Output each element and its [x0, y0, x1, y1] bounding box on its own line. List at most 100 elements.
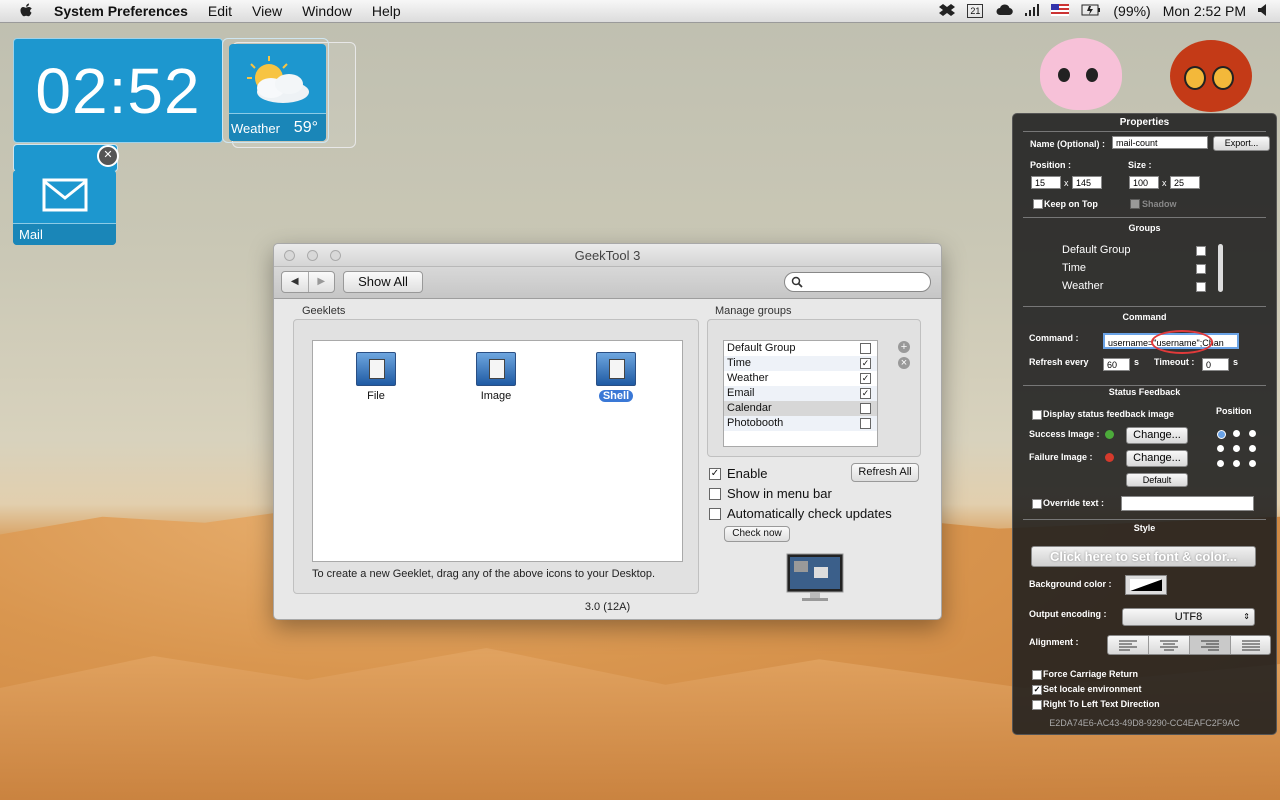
rtl-checkbox[interactable] — [1032, 700, 1042, 710]
props-group-checkbox[interactable] — [1196, 282, 1206, 292]
geeklet-file[interactable]: File — [341, 352, 411, 402]
timeout-input[interactable]: 0 — [1202, 358, 1229, 371]
position-radio[interactable] — [1217, 445, 1224, 452]
keep-top-checkbox[interactable] — [1033, 199, 1043, 209]
shadow-checkbox[interactable] — [1130, 199, 1140, 209]
default-button[interactable]: Default — [1126, 473, 1188, 487]
clock-geeklet[interactable]: 02:52 — [13, 38, 223, 143]
back-arrow-icon[interactable]: ◀ — [282, 272, 308, 292]
position-radio[interactable] — [1233, 445, 1240, 452]
success-change-button[interactable]: Change... — [1126, 427, 1188, 444]
menu-view[interactable]: View — [252, 3, 282, 19]
apple-menu-icon[interactable] — [18, 2, 36, 20]
align-right-icon[interactable] — [1190, 636, 1231, 654]
props-group-checkbox[interactable] — [1196, 264, 1206, 274]
cloud-icon[interactable] — [995, 3, 1014, 19]
menu-extras: 21 (99%) Mon 2:52 PM — [939, 0, 1280, 22]
shadow-label: Shadow — [1142, 199, 1177, 209]
geeklet-image[interactable]: Image — [461, 352, 531, 402]
group-checkbox[interactable]: ✓ — [860, 388, 871, 399]
group-row-weather[interactable]: Weather ✓ — [724, 371, 877, 386]
position-y-input[interactable]: 145 — [1072, 176, 1102, 189]
calendar-icon[interactable]: 21 — [967, 4, 984, 18]
close-icon[interactable]: ✕ — [97, 145, 119, 167]
weather-geeklet[interactable]: Weather 59° — [229, 44, 326, 141]
position-radio[interactable] — [1217, 460, 1224, 467]
enable-option[interactable]: ✓ Enable — [709, 466, 767, 481]
align-center-icon[interactable] — [1149, 636, 1190, 654]
align-left-icon[interactable] — [1108, 636, 1149, 654]
group-row-email[interactable]: Email ✓ — [724, 386, 877, 401]
command-heading: Command — [1122, 312, 1167, 322]
name-input[interactable]: mail-count — [1112, 136, 1208, 149]
menu-edit[interactable]: Edit — [208, 3, 232, 19]
position-radio[interactable] — [1233, 430, 1240, 437]
mail-geeklet[interactable]: Mail — [13, 170, 116, 245]
group-checkbox[interactable] — [860, 343, 871, 354]
dropbox-icon[interactable] — [939, 3, 956, 20]
position-radio[interactable] — [1249, 445, 1256, 452]
position-radio-selected[interactable] — [1217, 430, 1226, 439]
position-radio[interactable] — [1249, 460, 1256, 467]
add-group-icon[interactable]: + — [898, 341, 910, 353]
search-icon — [791, 276, 803, 288]
menu-help[interactable]: Help — [372, 3, 401, 19]
force-cr-label: Force Carriage Return — [1043, 669, 1139, 679]
group-row-photobooth[interactable]: Photobooth — [724, 416, 877, 431]
group-row-calendar[interactable]: Calendar — [724, 401, 877, 416]
override-checkbox[interactable] — [1032, 499, 1042, 509]
size-height-input[interactable]: 25 — [1170, 176, 1200, 189]
signal-bars-icon[interactable] — [1025, 3, 1040, 19]
position-radio[interactable] — [1233, 460, 1240, 467]
search-input[interactable] — [784, 272, 931, 292]
enable-checkbox[interactable]: ✓ — [709, 467, 721, 480]
auto-update-option[interactable]: Automatically check updates — [709, 506, 892, 521]
group-checkbox[interactable] — [860, 418, 871, 429]
refresh-seconds: s — [1134, 357, 1140, 367]
align-justify-icon[interactable] — [1231, 636, 1271, 654]
auto-update-checkbox[interactable] — [709, 507, 721, 520]
group-checkbox[interactable] — [860, 403, 871, 414]
us-flag-icon[interactable] — [1051, 3, 1070, 19]
menu-app-name[interactable]: System Preferences — [54, 3, 188, 19]
props-group-weather[interactable]: Weather — [1062, 280, 1103, 292]
menu-clock[interactable]: Mon 2:52 PM — [1163, 3, 1246, 19]
group-row-time[interactable]: Time ✓ — [724, 356, 877, 371]
font-color-button[interactable]: Click here to set font & color... — [1031, 546, 1256, 567]
red-devil-character — [1170, 40, 1252, 112]
failure-change-button[interactable]: Change... — [1126, 450, 1188, 467]
group-checkbox[interactable]: ✓ — [860, 358, 871, 369]
battery-charging-icon[interactable] — [1081, 3, 1101, 19]
position-heading: Position — [1216, 406, 1252, 416]
encoding-select[interactable]: UTF8 ⇕ — [1122, 608, 1255, 626]
props-group-checkbox[interactable] — [1196, 246, 1206, 256]
volume-icon[interactable] — [1258, 3, 1268, 19]
show-menu-checkbox[interactable] — [709, 487, 721, 500]
override-input[interactable] — [1121, 496, 1254, 511]
groups-scrollbar[interactable] — [1218, 244, 1223, 292]
failure-light-icon — [1105, 453, 1114, 462]
remove-group-icon[interactable]: × — [898, 357, 910, 369]
check-now-button[interactable]: Check now — [724, 526, 790, 542]
props-group-time[interactable]: Time — [1062, 262, 1086, 274]
group-checkbox[interactable]: ✓ — [860, 373, 871, 384]
show-all-button[interactable]: Show All — [343, 271, 423, 293]
display-status-checkbox[interactable] — [1032, 410, 1042, 420]
background-color-label: Background color : — [1029, 579, 1112, 589]
forward-arrow-icon[interactable]: ▶ — [307, 272, 335, 292]
group-row-default[interactable]: Default Group — [724, 341, 877, 356]
props-group-default[interactable]: Default Group — [1062, 244, 1130, 256]
show-menu-option[interactable]: Show in menu bar — [709, 486, 832, 501]
background-color-well[interactable] — [1125, 575, 1167, 595]
export-button[interactable]: Export... — [1213, 136, 1270, 151]
refresh-all-button[interactable]: Refresh All — [851, 463, 919, 482]
geeklet-shell[interactable]: Shell — [581, 352, 651, 402]
size-width-input[interactable]: 100 — [1129, 176, 1159, 189]
menu-window[interactable]: Window — [302, 3, 352, 19]
geektool-window: GeekTool 3 ◀ ▶ Show All Geeklets File Im… — [273, 243, 942, 620]
refresh-input[interactable]: 60 — [1103, 358, 1130, 371]
force-cr-checkbox[interactable] — [1032, 670, 1042, 680]
set-locale-checkbox[interactable]: ✓ — [1032, 685, 1042, 695]
position-x-input[interactable]: 15 — [1031, 176, 1061, 189]
position-radio[interactable] — [1249, 430, 1256, 437]
